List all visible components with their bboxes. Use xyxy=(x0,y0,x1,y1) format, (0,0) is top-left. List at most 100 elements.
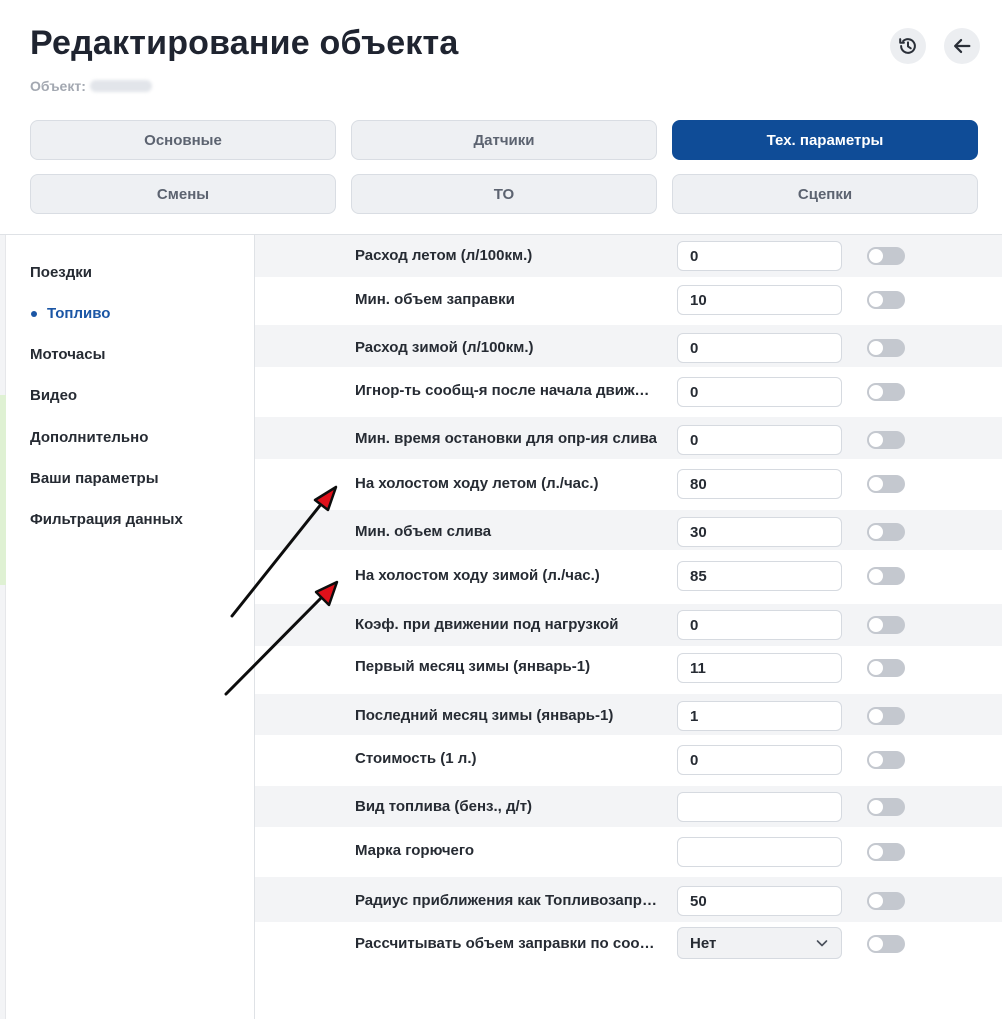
param-toggle[interactable] xyxy=(867,843,905,861)
param-row: Коэф. при движении под нагрузкой xyxy=(255,604,1002,646)
toggle-knob xyxy=(869,569,883,583)
param-input[interactable] xyxy=(677,285,842,315)
toggle-knob xyxy=(869,709,883,723)
toggle-knob xyxy=(869,385,883,399)
param-label: Расход летом (л/100км.) xyxy=(355,247,533,264)
param-input[interactable] xyxy=(677,886,842,916)
toggle-knob xyxy=(869,525,883,539)
modal-header: Редактирование объекта Объект: Основные … xyxy=(0,0,1002,234)
param-input[interactable] xyxy=(677,377,842,407)
param-row: Мин. время остановки для опр-ия слива xyxy=(255,417,1002,459)
param-toggle[interactable] xyxy=(867,475,905,493)
page-title: Редактирование объекта xyxy=(30,24,459,62)
param-input[interactable] xyxy=(677,517,842,547)
param-toggle[interactable] xyxy=(867,567,905,585)
param-toggle[interactable] xyxy=(867,892,905,910)
param-toggle[interactable] xyxy=(867,431,905,449)
param-input[interactable] xyxy=(677,745,842,775)
toggle-knob xyxy=(869,845,883,859)
sidebar-item-trips[interactable]: Поездки xyxy=(30,264,92,281)
param-toggle[interactable] xyxy=(867,751,905,769)
param-row: Игнор-ть сообщ-я после начала движения xyxy=(255,367,1002,417)
param-row: Рассчитывать объем заправки по сообщения… xyxy=(255,922,1002,968)
toggle-knob xyxy=(869,433,883,447)
toggle-knob xyxy=(869,249,883,263)
tab-main[interactable]: Основные xyxy=(30,120,336,160)
param-label: Стоимость (1 л.) xyxy=(355,750,477,767)
param-toggle[interactable] xyxy=(867,247,905,265)
param-toggle[interactable] xyxy=(867,659,905,677)
param-toggle[interactable] xyxy=(867,935,905,953)
toggle-knob xyxy=(869,894,883,908)
param-label: На холостом ходу зимой (л./час.) xyxy=(355,567,600,584)
tab-couplings[interactable]: Сцепки xyxy=(672,174,978,214)
param-row: Первый месяц зимы (январь-1) xyxy=(255,646,1002,694)
sidebar-item-video[interactable]: Видео xyxy=(30,387,77,404)
param-label: Последний месяц зимы (январь-1) xyxy=(355,707,614,724)
param-input[interactable] xyxy=(677,561,842,591)
sidebar-item-fuel[interactable]: Топливо xyxy=(47,305,110,322)
param-toggle[interactable] xyxy=(867,798,905,816)
param-label: Первый месяц зимы (январь-1) xyxy=(355,658,591,675)
param-input[interactable] xyxy=(677,425,842,455)
param-toggle[interactable] xyxy=(867,383,905,401)
object-label: Объект: xyxy=(30,78,86,94)
tab-tech-params[interactable]: Тех. параметры xyxy=(672,120,978,160)
param-input[interactable] xyxy=(677,837,842,867)
param-row: На холостом ходу зимой (л./час.) xyxy=(255,550,1002,604)
param-label: Мин. время остановки для опр-ия слива xyxy=(355,430,657,447)
param-row: Расход зимой (л/100км.) xyxy=(255,325,1002,367)
arrow-left-icon xyxy=(954,38,971,54)
toggle-knob xyxy=(869,477,883,491)
param-row: Расход летом (л/100км.) xyxy=(255,235,1002,277)
param-row: Радиус приближения как Топливозаправщика xyxy=(255,877,1002,922)
param-row: Вид топлива (бенз., д/т) xyxy=(255,786,1002,827)
param-row: На холостом ходу летом (л./час.) xyxy=(255,459,1002,510)
back-button[interactable] xyxy=(944,28,980,64)
param-label: Мин. объем заправки xyxy=(355,291,515,308)
param-label: Расход зимой (л/100км.) xyxy=(355,339,534,356)
param-toggle[interactable] xyxy=(867,523,905,541)
param-row: Мин. объем слива xyxy=(255,510,1002,550)
tab-shifts[interactable]: Смены xyxy=(30,174,336,214)
toggle-knob xyxy=(869,753,883,767)
background-map-fragment xyxy=(0,395,6,585)
sidebar-item-additional[interactable]: Дополнительно xyxy=(30,429,148,446)
sidebar-item-engine-hours[interactable]: Моточасы xyxy=(30,346,105,363)
toggle-knob xyxy=(869,293,883,307)
param-input[interactable] xyxy=(677,701,842,731)
param-toggle[interactable] xyxy=(867,707,905,725)
param-input[interactable] xyxy=(677,333,842,363)
tab-sensors[interactable]: Датчики xyxy=(351,120,657,160)
param-label: Коэф. при движении под нагрузкой xyxy=(355,616,619,633)
param-input[interactable] xyxy=(677,792,842,822)
param-input[interactable] xyxy=(677,469,842,499)
param-toggle[interactable] xyxy=(867,339,905,357)
param-row: Марка горючего xyxy=(255,827,1002,877)
param-label: Мин. объем слива xyxy=(355,523,492,540)
param-row: Последний месяц зимы (январь-1) xyxy=(255,694,1002,735)
sidebar-item-data-filter[interactable]: Фильтрация данных xyxy=(30,511,183,528)
history-icon xyxy=(899,38,916,54)
param-label: Марка горючего xyxy=(355,842,475,859)
param-input[interactable] xyxy=(677,610,842,640)
param-label: Радиус приближения как Топливозаправщика xyxy=(355,892,657,909)
param-input[interactable] xyxy=(677,241,842,271)
param-label: Игнор-ть сообщ-я после начала движения xyxy=(355,382,657,399)
toggle-knob xyxy=(869,661,883,675)
toggle-knob xyxy=(869,800,883,814)
tab-maintenance[interactable]: ТО xyxy=(351,174,657,214)
chevron-down-icon xyxy=(816,940,828,947)
param-toggle[interactable] xyxy=(867,291,905,309)
sidebar-item-custom-params[interactable]: Ваши параметры xyxy=(30,470,159,487)
param-row: Стоимость (1 л.) xyxy=(255,735,1002,786)
history-button[interactable] xyxy=(890,28,926,64)
param-input[interactable] xyxy=(677,653,842,683)
object-subtitle: Объект: xyxy=(30,78,152,94)
select-value: Нет xyxy=(690,934,717,952)
param-toggle[interactable] xyxy=(867,616,905,634)
param-label: На холостом ходу летом (л./час.) xyxy=(355,475,599,492)
object-name-redacted xyxy=(89,80,152,92)
param-select[interactable]: Нет xyxy=(677,927,842,959)
active-indicator xyxy=(31,311,37,317)
